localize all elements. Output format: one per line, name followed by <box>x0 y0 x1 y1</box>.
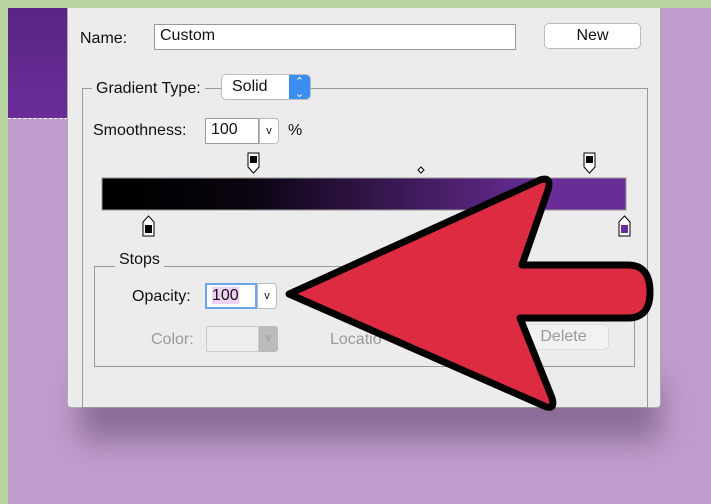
red-arrow-annotation <box>285 175 654 411</box>
